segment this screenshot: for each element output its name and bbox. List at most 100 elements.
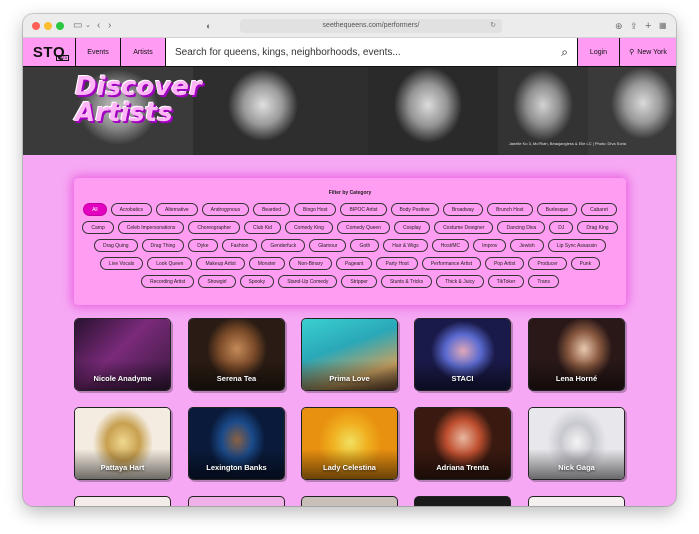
category-chip[interactable]: TikToker — [487, 275, 525, 288]
category-chip[interactable]: Producer — [528, 257, 567, 270]
category-chip[interactable]: Host/MC — [431, 239, 470, 252]
category-chip[interactable]: Alternative — [156, 203, 198, 216]
category-chip[interactable]: Costume Designer — [434, 221, 494, 234]
category-chip[interactable]: Look Queen — [147, 257, 193, 270]
hero-caption: Janelle Ko 3, Mo'Riah, Beaujangless & El… — [508, 141, 626, 146]
chevron-down-icon[interactable]: ⌄ — [85, 19, 91, 33]
login-button[interactable]: Login — [578, 38, 620, 66]
category-chip[interactable]: Comedy King — [284, 221, 333, 234]
sidebar-toggle-icon[interactable]: ▭ — [73, 19, 82, 33]
category-chip[interactable]: Drag Thing — [141, 239, 185, 252]
category-chip[interactable]: Showgirl — [198, 275, 236, 288]
artist-card[interactable]: Serena Tea — [188, 318, 285, 391]
artist-card[interactable]: Lena Horné — [528, 318, 625, 391]
tab-overview-icon[interactable]: ▦ — [659, 19, 667, 33]
artist-name: Lexington Banks — [206, 463, 267, 472]
category-chip[interactable]: Androgynous — [201, 203, 250, 216]
close-window-icon[interactable] — [32, 22, 40, 30]
category-chip[interactable]: Stunts & Tricks — [380, 275, 433, 288]
new-tab-icon[interactable]: + — [645, 19, 651, 33]
artist-card[interactable]: STACI — [414, 318, 511, 391]
nav-artists-link[interactable]: Artists — [121, 38, 166, 66]
location-label: New York — [637, 48, 667, 56]
reload-icon[interactable]: ↻ — [490, 19, 496, 33]
category-chip[interactable]: Celeb Impersonations — [117, 221, 185, 234]
artist-card-partial[interactable] — [74, 496, 171, 506]
artist-card-partial[interactable] — [414, 496, 511, 506]
artist-card[interactable]: Nicole Anadyme — [74, 318, 171, 391]
category-chip[interactable]: Makeup Artist — [196, 257, 245, 270]
nav-events-link[interactable]: Events — [76, 38, 121, 66]
category-chip[interactable]: Brunch Host — [487, 203, 533, 216]
category-chip[interactable]: Dancing Diva — [497, 221, 546, 234]
artist-card[interactable]: Lexington Banks — [188, 407, 285, 480]
address-bar[interactable]: seethequeens.com/performers/ ↻ — [240, 19, 502, 33]
category-chip[interactable]: Choreographer — [188, 221, 241, 234]
back-arrow-icon[interactable]: ‹ — [97, 19, 100, 33]
category-chip[interactable]: Genderfuck — [261, 239, 306, 252]
category-chip[interactable]: Dyke — [188, 239, 218, 252]
download-icon[interactable]: ⊕ — [615, 19, 623, 33]
category-chip[interactable]: Thick & Juicy — [436, 275, 484, 288]
category-chip[interactable]: Bingo Host — [294, 203, 337, 216]
forward-arrow-icon[interactable]: › — [108, 19, 111, 33]
category-chip[interactable]: Recording Artist — [141, 275, 195, 288]
category-chip[interactable]: Non-Binary — [288, 257, 332, 270]
category-chip[interactable]: Camp — [82, 221, 114, 234]
artist-card-partial[interactable] — [528, 496, 625, 506]
minimize-window-icon[interactable] — [44, 22, 52, 30]
site-logo[interactable]: STQ BETA — [23, 38, 76, 66]
category-chip[interactable]: Pop Artist — [484, 257, 525, 270]
share-icon[interactable]: ⇪ — [630, 19, 638, 33]
category-chip[interactable]: Cabaret — [581, 203, 617, 216]
zoom-window-icon[interactable] — [56, 22, 64, 30]
category-filter-panel: Filter by Category All Acrobatics Alternat… — [74, 178, 626, 305]
category-chip[interactable]: DJ — [549, 221, 574, 234]
privacy-shield-icon[interactable]: ◐ — [206, 19, 211, 33]
category-chip[interactable]: Performance Artist — [421, 257, 481, 270]
category-chip[interactable]: Bearded — [253, 203, 290, 216]
category-chip[interactable]: Spooky — [239, 275, 275, 288]
artist-card[interactable]: Prima Love — [301, 318, 398, 391]
category-chip[interactable]: Improv — [473, 239, 507, 252]
artist-card[interactable]: Pattaya Hart — [74, 407, 171, 480]
category-chip[interactable]: Pageant — [335, 257, 373, 270]
title-line-2: Artists — [75, 98, 173, 128]
page-title: Discover Artists — [75, 74, 202, 126]
filter-heading: Filter by Category — [328, 190, 372, 196]
category-chip[interactable]: Drag King — [577, 221, 618, 234]
category-chip[interactable]: BIPOC Artist — [340, 203, 387, 216]
hero-photo-3 — [368, 67, 498, 155]
category-chip[interactable]: Live Vocals — [99, 257, 144, 270]
category-chip[interactable]: Broadway — [442, 203, 484, 216]
category-chip[interactable]: Fashion — [221, 239, 258, 252]
artist-card-partial[interactable] — [188, 496, 285, 506]
location-selector[interactable]: ⚲ New York — [620, 38, 676, 66]
category-chip[interactable]: Body Positive — [390, 203, 439, 216]
category-chip[interactable]: Stripper — [341, 275, 377, 288]
category-chip[interactable]: Party Host — [376, 257, 418, 270]
search-input[interactable]: Search for queens, kings, neighborhoods,… — [166, 38, 578, 66]
artist-card[interactable]: Nick Gaga — [528, 407, 625, 480]
category-chip[interactable]: Goth — [350, 239, 380, 252]
artist-card[interactable]: Adriana Trenta — [414, 407, 511, 480]
category-chip[interactable]: Jewish — [510, 239, 544, 252]
category-chip[interactable]: Monster — [248, 257, 285, 270]
category-chip[interactable]: Hair & Wigs — [383, 239, 428, 252]
category-chip[interactable]: Stand-Up Comedy — [278, 275, 338, 288]
category-chip[interactable]: Drag Quing — [93, 239, 138, 252]
category-chip[interactable]: Glamour — [309, 239, 347, 252]
category-chip[interactable]: Club Kid — [244, 221, 281, 234]
category-chip[interactable]: Lip Sync Assassin — [547, 239, 607, 252]
category-chip[interactable]: Punk — [570, 257, 601, 270]
category-chip[interactable]: Burlesque — [536, 203, 578, 216]
site-header: STQ BETA Events Artists Search for queen… — [23, 38, 676, 67]
category-chip[interactable]: Acrobatics — [110, 203, 152, 216]
category-chip[interactable]: Cosplay — [393, 221, 431, 234]
artist-card-partial[interactable] — [301, 496, 398, 506]
artist-card[interactable]: Lady Celestina — [301, 407, 398, 480]
category-chip[interactable]: Trans — [528, 275, 559, 288]
category-chip[interactable]: Comedy Queen — [336, 221, 390, 234]
category-chip[interactable]: All — [83, 203, 107, 216]
search-icon[interactable]: ⌕ — [561, 45, 568, 60]
